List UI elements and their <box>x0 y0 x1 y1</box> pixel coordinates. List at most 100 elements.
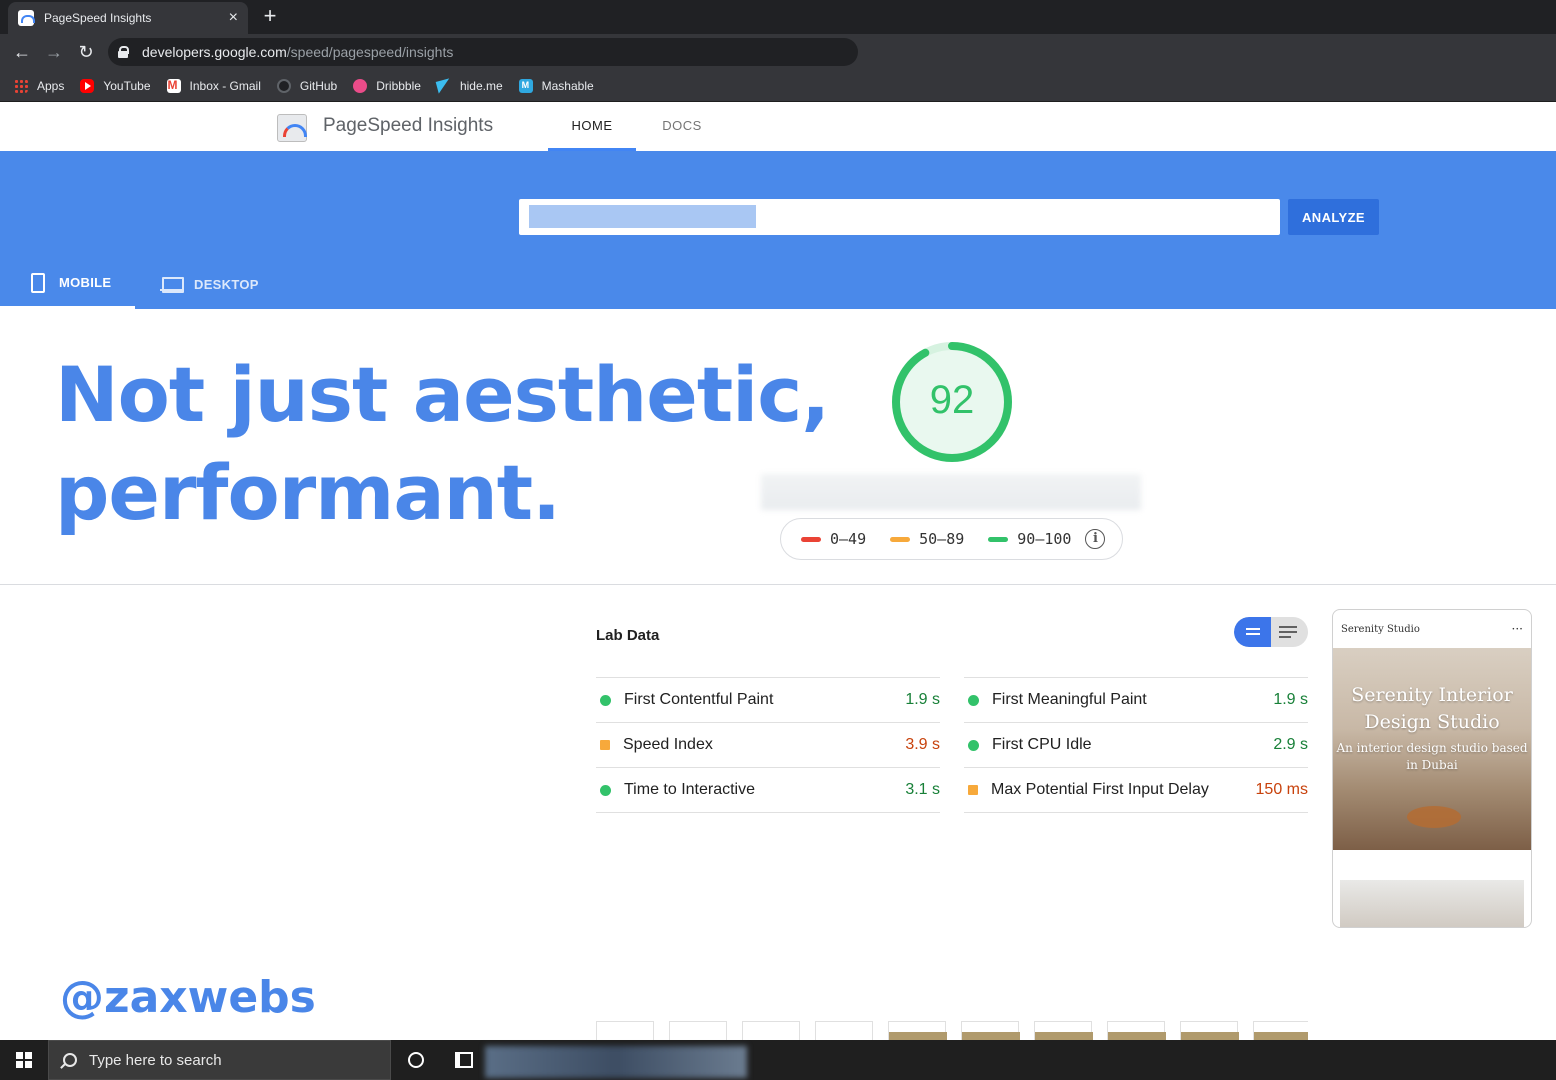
bookmark-label: Inbox - Gmail <box>189 78 261 93</box>
author-handle: @zaxwebs <box>60 972 316 1023</box>
average-indicator-icon <box>968 785 978 795</box>
filmstrip-frame <box>961 1021 1020 1041</box>
analyze-button[interactable]: ANALYZE <box>1288 199 1379 235</box>
smartphone-icon <box>31 272 45 293</box>
analysis-band: ANALYZE MOBILE DESKTOP <box>0 151 1556 309</box>
lab-data-title: Lab Data <box>596 627 660 644</box>
metrics-view-toggle[interactable] <box>1234 617 1308 647</box>
browser-toolbar: ← → ↻ developers.google.com/speed/pagesp… <box>0 34 1556 70</box>
metric-max-potential-fid: Max Potential First Input Delay 150 ms <box>964 768 1308 813</box>
metric-value: 3.9 s <box>905 736 940 753</box>
filmstrip-frame <box>596 1021 654 1041</box>
bookmark-gmail[interactable]: Inbox - Gmail <box>166 78 261 93</box>
legend-average-bar <box>890 536 911 542</box>
nav-home[interactable]: HOME <box>548 103 636 151</box>
gmail-icon <box>166 78 181 93</box>
bookmark-github[interactable]: GitHub <box>276 78 338 93</box>
reload-icon[interactable]: ↻ <box>74 40 98 64</box>
bookmark-mashable[interactable]: Mashable <box>518 78 594 93</box>
taskbar-search-placeholder: Type here to search <box>89 1051 222 1069</box>
metric-name: First CPU Idle <box>992 736 1092 753</box>
pass-indicator-icon <box>600 694 611 706</box>
metric-time-to-interactive: Time to Interactive 3.1 s <box>596 768 940 813</box>
filmstrip-frame <box>1253 1021 1308 1041</box>
filmstrip-frame <box>1107 1021 1166 1041</box>
laptop-icon <box>160 276 184 293</box>
url-input[interactable] <box>519 199 1280 235</box>
psi-brand[interactable]: PageSpeed Insights <box>323 115 493 137</box>
average-indicator-icon <box>600 740 610 750</box>
preview-hero-image: Serenity Interior Design Studio An inter… <box>1333 648 1531 850</box>
windows-taskbar: Type here to search <box>0 1040 1556 1080</box>
metric-speed-index: Speed Index 3.9 s <box>596 723 940 768</box>
tab-title: PageSpeed Insights <box>44 11 152 25</box>
detailed-view-icon[interactable] <box>1279 626 1297 638</box>
apps-grid-icon <box>14 78 28 93</box>
metric-name: Max Potential First Input Delay <box>991 781 1209 798</box>
filmstrip-frame <box>669 1021 727 1041</box>
score-value: 92 <box>929 378 975 422</box>
lock-icon <box>118 46 129 58</box>
metric-name: Time to Interactive <box>624 781 756 798</box>
browser-tab-pagespeed[interactable]: PageSpeed Insights × <box>8 2 248 34</box>
summary-view-icon[interactable] <box>1234 617 1271 647</box>
windows-start-icon[interactable] <box>16 1052 32 1068</box>
forward-arrow-icon[interactable]: → <box>42 40 66 64</box>
metric-value: 1.9 s <box>1273 691 1308 708</box>
headline-line-2: performant. <box>55 448 561 537</box>
metric-value: 3.1 s <box>905 781 940 798</box>
preview-second-image <box>1340 880 1524 927</box>
url-host: developers.google.com <box>142 44 287 60</box>
redacted-url <box>529 205 756 228</box>
preview-hero-title: Serenity Interior Design Studio <box>1351 684 1513 733</box>
metric-value: 1.9 s <box>905 691 940 708</box>
score-legend: 0–49 50–89 90–100 i <box>780 518 1123 560</box>
preview-header: Serenity Studio ··· <box>1333 610 1531 648</box>
bookmark-youtube[interactable]: YouTube <box>80 78 151 93</box>
headline: Not just aesthetic, performant. <box>55 346 845 542</box>
metric-first-meaningful-paint: First Meaningful Paint 1.9 s <box>964 678 1308 723</box>
metrics-column-left: First Contentful Paint 1.9 s Speed Index… <box>596 677 940 813</box>
bookmark-hideme[interactable]: hide.me <box>437 79 503 93</box>
bookmark-label: GitHub <box>299 78 338 93</box>
bookmark-dribbble[interactable]: Dribbble <box>353 78 421 93</box>
bookmark-label: Dribbble <box>376 78 421 93</box>
bookmarks-bar: Apps YouTube Inbox - Gmail GitHub Dribbb… <box>0 70 1556 102</box>
legend-fail-bar <box>801 536 821 542</box>
bookmark-apps[interactable]: Apps <box>14 78 64 93</box>
filmstrip-frame <box>815 1021 873 1041</box>
pagespeed-favicon-icon <box>18 10 35 26</box>
nav-docs[interactable]: DOCS <box>640 103 724 151</box>
legend-pass-label: 90–100 <box>1017 530 1072 548</box>
redacted-taskbar-apps <box>485 1046 747 1078</box>
metric-value: 150 ms <box>1255 781 1308 798</box>
browser-tabbar: PageSpeed Insights × + <box>0 0 1556 34</box>
filmstrip-frame <box>742 1021 800 1041</box>
legend-pass-bar <box>988 536 1009 542</box>
filmstrip-frame <box>888 1021 947 1041</box>
metric-first-cpu-idle: First CPU Idle 2.9 s <box>964 723 1308 768</box>
taskbar-search[interactable]: Type here to search <box>48 1040 391 1080</box>
new-tab-button[interactable]: + <box>258 5 282 28</box>
pagespeed-logo-icon[interactable] <box>277 114 307 142</box>
cortana-icon[interactable] <box>408 1052 424 1068</box>
final-screenshot-preview: Serenity Studio ··· Serenity Interior De… <box>1332 609 1532 928</box>
tab-mobile-label: MOBILE <box>59 275 112 290</box>
headline-line-1: Not just aesthetic, <box>55 350 830 439</box>
github-icon <box>276 78 291 93</box>
tab-mobile[interactable]: MOBILE <box>0 259 135 309</box>
bookmark-label: Mashable <box>541 78 594 93</box>
tab-desktop[interactable]: DESKTOP <box>160 259 290 309</box>
pass-indicator-icon <box>968 739 979 751</box>
legend-average: 50–89 <box>890 530 964 548</box>
close-tab-icon[interactable]: × <box>229 10 238 26</box>
legend-fail-label: 0–49 <box>830 530 867 548</box>
search-icon <box>63 1053 77 1067</box>
psi-header: PageSpeed Insights HOME DOCS <box>0 103 1556 151</box>
preview-hero-subtitle: An interior design studio based in Dubai <box>1336 741 1528 772</box>
load-filmstrip <box>596 1021 1308 1041</box>
info-icon[interactable]: i <box>1085 529 1106 549</box>
back-arrow-icon[interactable]: ← <box>10 40 34 64</box>
task-view-icon[interactable] <box>455 1052 473 1068</box>
address-bar[interactable]: developers.google.com/speed/pagespeed/in… <box>108 38 858 66</box>
